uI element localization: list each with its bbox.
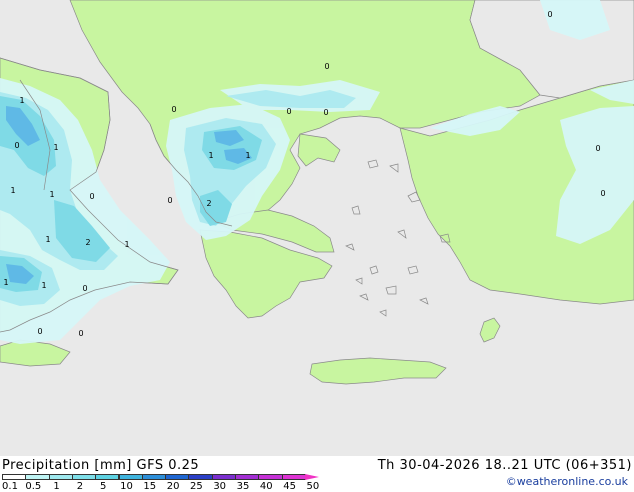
credit-link[interactable]: ©weatheronline.co.uk bbox=[506, 475, 628, 488]
precip-value-label: 0 bbox=[600, 189, 605, 198]
legend-color-bin bbox=[48, 474, 73, 480]
legend-tick-label: 20 bbox=[166, 481, 180, 492]
precip-value-label: 1 bbox=[3, 278, 8, 287]
precip-value-label: 1 bbox=[245, 151, 250, 160]
precip-value-label: 1 bbox=[124, 240, 129, 249]
legend-color-bin bbox=[211, 474, 236, 480]
precip-value-label: 2 bbox=[85, 238, 90, 247]
precip-value-label: 0 bbox=[89, 192, 94, 201]
precip-value-label: 0 bbox=[324, 62, 329, 71]
precip-value-label: 0 bbox=[547, 10, 552, 19]
legend-color-bin bbox=[71, 474, 97, 480]
precipitation-map: 0 0 0 0 0 1 0 1 1 1 0 1 1 0 0 2 0 1 2 1 1 1 0 0 0 bbox=[0, 0, 634, 456]
precip-value-label: 0 bbox=[323, 108, 328, 117]
legend-tick-label: 45 bbox=[283, 481, 296, 492]
legend-tick-label: 5 bbox=[100, 481, 107, 492]
precip-value-label: 1 bbox=[45, 235, 50, 244]
legend-tick-label: 1 bbox=[53, 481, 60, 492]
legend-arrow bbox=[304, 474, 319, 480]
valid-time: Th 30-04-2026 18..21 UTC (06+351) bbox=[377, 458, 632, 473]
legend-color-bin bbox=[2, 474, 27, 480]
precip-value-label: 1 bbox=[49, 190, 54, 199]
precip-value-label: 1 bbox=[10, 186, 15, 195]
legend-scale: 0.1 0.5 1 2 5 10 15 20 25 30 35 40 45 50 bbox=[2, 474, 332, 492]
legend-color-bin bbox=[25, 474, 50, 480]
legend-tick-label: 50 bbox=[306, 481, 320, 492]
precip-value-label: 0 bbox=[14, 141, 19, 150]
legend-tick-label: 25 bbox=[190, 481, 203, 492]
legend-color-bin bbox=[118, 474, 143, 480]
precip-value-label: 1 bbox=[208, 151, 213, 160]
legend-color-bin bbox=[258, 474, 283, 480]
precip-value-label: 1 bbox=[19, 96, 24, 105]
precip-value-label: 0 bbox=[286, 107, 291, 116]
precip-value-label: 0 bbox=[595, 144, 600, 153]
legend-tick-label: 2 bbox=[76, 481, 84, 492]
legend-color-bin bbox=[235, 474, 260, 480]
precip-value-label: 0 bbox=[37, 327, 42, 336]
legend-tick-label: 30 bbox=[213, 481, 227, 492]
map-canvas: 0 0 0 0 0 1 0 1 1 1 0 1 1 0 0 2 0 1 2 1 1 1 0 0 0 bbox=[0, 0, 634, 456]
map-title: Precipitation [mm] GFS 0.25 bbox=[2, 458, 200, 473]
precip-value-label: 0 bbox=[82, 284, 87, 293]
precip-value-label: 1 bbox=[41, 281, 46, 290]
legend-color-bin bbox=[141, 474, 167, 480]
legend-tick-label: 40 bbox=[259, 481, 273, 492]
legend-color-bin bbox=[188, 474, 213, 480]
precip-value-label: 0 bbox=[167, 196, 172, 205]
legend-color-bin bbox=[281, 474, 306, 480]
legend-color-bin bbox=[165, 474, 190, 480]
footer: Precipitation [mm] GFS 0.25 Th 30-04-202… bbox=[0, 456, 634, 492]
legend-tick-label: 10 bbox=[120, 481, 133, 492]
legend-color-bin bbox=[95, 474, 120, 480]
legend-tick-label: 0.5 bbox=[25, 481, 42, 492]
precip-value-label: 0 bbox=[78, 329, 83, 338]
precip-value-label: 2 bbox=[206, 199, 211, 208]
legend-tick-label: 0.1 bbox=[2, 481, 18, 492]
precip-value-label: 0 bbox=[171, 105, 176, 114]
legend-tick-label: 15 bbox=[143, 481, 157, 492]
precip-value-label: 1 bbox=[53, 143, 58, 152]
legend-tick-label: 35 bbox=[236, 481, 250, 492]
